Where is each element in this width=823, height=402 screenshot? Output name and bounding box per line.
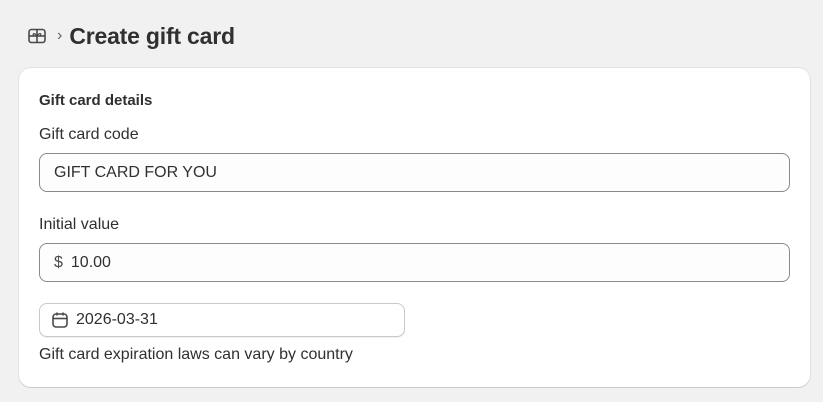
initial-value-label: Initial value [39,216,120,233]
breadcrumb-separator: › [57,27,63,44]
gift-card-details-card: Gift card details Gift card code GIFT CA… [19,68,810,387]
page-title: Create gift card [69,22,235,49]
gift-card-code-value: GIFT CARD FOR YOU [54,163,217,181]
expiration-date-button[interactable]: 2026-03-31 [39,303,405,337]
calendar-icon [51,311,69,329]
gift-card-icon[interactable] [27,26,47,46]
page-header: › Create gift card [27,22,235,50]
expiration-help-text: Gift card expiration laws can vary by co… [39,346,353,363]
initial-value-amount: 10.00 [70,253,111,271]
card-title: Gift card details [39,92,153,109]
gift-card-code-label: Gift card code [39,126,139,143]
initial-value-input[interactable]: $ 10.00 [39,243,790,282]
currency-prefix: $ [54,253,63,271]
expiration-date-value: 2026-03-31 [76,311,158,328]
gift-card-code-input[interactable]: GIFT CARD FOR YOU [39,153,790,192]
